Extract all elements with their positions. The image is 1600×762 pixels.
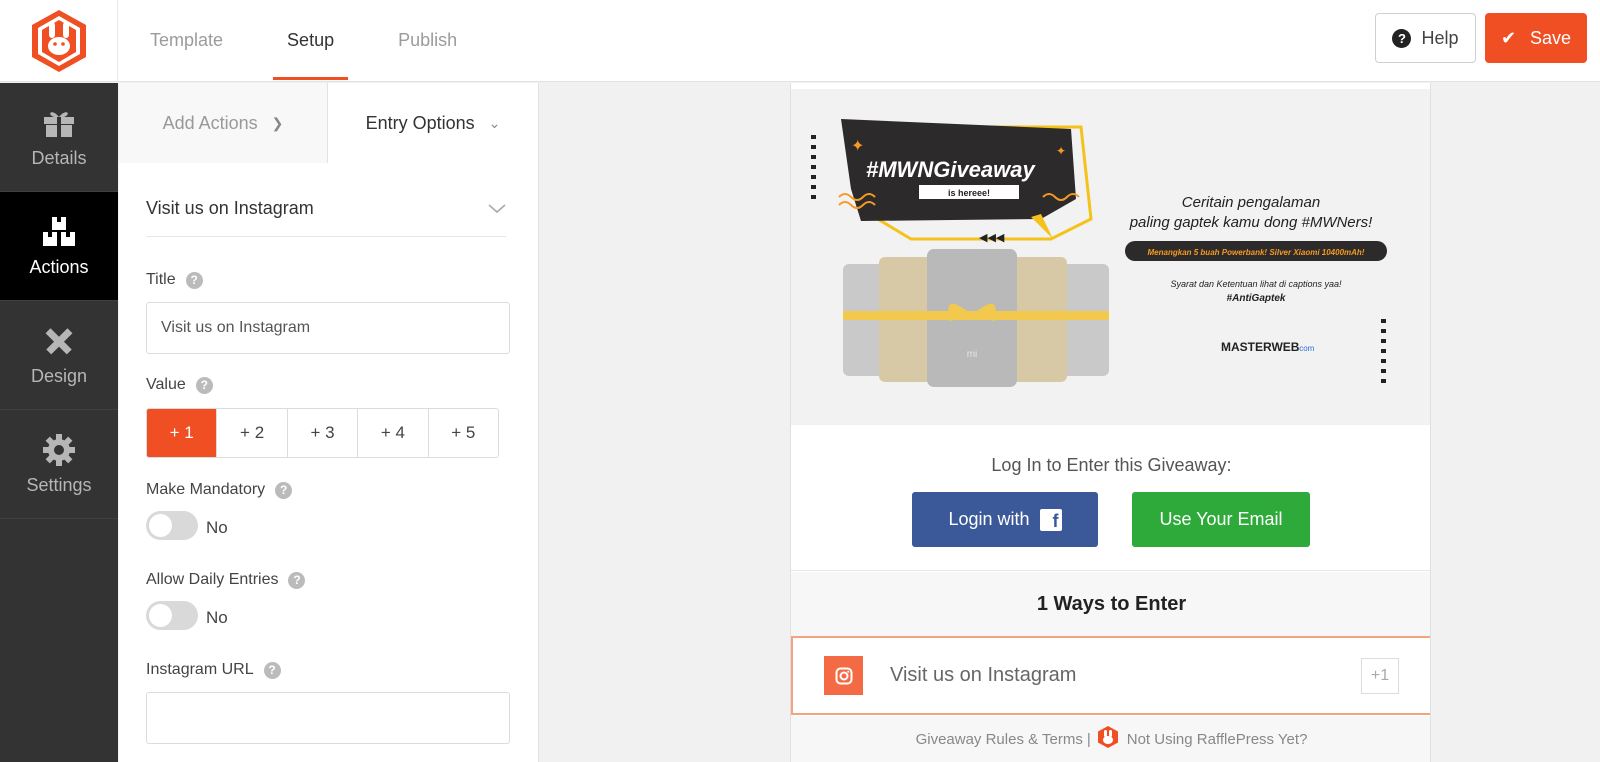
entry-action-label: Visit us on Instagram xyxy=(890,664,1077,686)
login-facebook-label: Login with xyxy=(948,509,1030,529)
daily-entries-toggle-row: No xyxy=(146,601,228,630)
tab-add-actions[interactable]: Add Actions ❯ xyxy=(119,83,328,163)
instagram-url-label: Instagram URL ? xyxy=(146,661,281,679)
chevron-down-icon: ⌄ xyxy=(488,114,501,131)
sidebar-item-design[interactable]: Design xyxy=(0,301,118,410)
value-option-3[interactable]: + 3 xyxy=(287,409,359,457)
mandatory-toggle-row: No xyxy=(146,511,228,540)
top-bar: Template Setup Publish ? Help ✔ Save xyxy=(0,0,1600,82)
svg-text:◀◀◀: ◀◀◀ xyxy=(979,231,1005,244)
banner-headline-2: paling gaptek kamu dong #MWNers! xyxy=(1129,214,1373,231)
tab-add-actions-label: Add Actions xyxy=(162,112,258,133)
giveaway-preview: #MWNGiveaway is hereee! ✦ ✦ ◀◀◀ mi Cerit… xyxy=(790,83,1431,762)
daily-entries-label-text: Allow Daily Entries xyxy=(146,571,279,588)
banner-prize: Menangkan 5 buah Powerbank! Silver Xiaom… xyxy=(1148,248,1365,257)
help-label: Help xyxy=(1421,27,1459,48)
login-facebook-button[interactable]: Login with f xyxy=(912,492,1098,547)
rafflepress-logo[interactable] xyxy=(0,0,118,82)
pencil-ruler-icon xyxy=(42,324,76,358)
section-title: Visit us on Instagram xyxy=(146,198,314,218)
value-label-text: Value xyxy=(146,376,186,393)
banner-hashtag: #MWNGiveaway xyxy=(866,157,1036,182)
mandatory-label-text: Make Mandatory xyxy=(146,481,266,498)
tab-entry-options[interactable]: Entry Options ⌄ xyxy=(328,83,538,163)
sidebar-item-label: Actions xyxy=(29,256,89,277)
mandatory-label: Make Mandatory ? xyxy=(146,481,293,499)
preview-footer: Giveaway Rules & Terms | Not Using Raffl… xyxy=(791,716,1430,762)
instagram-url-input[interactable] xyxy=(146,692,510,744)
gear-icon xyxy=(42,433,76,467)
gift-icon xyxy=(42,106,76,140)
boxes-icon xyxy=(41,215,77,249)
value-option-5[interactable]: + 5 xyxy=(428,409,498,457)
rabbit-logo-icon xyxy=(31,10,86,72)
rafflepress-mini-logo-icon xyxy=(1097,725,1119,753)
help-icon[interactable]: ? xyxy=(263,661,281,679)
entry-action-instagram[interactable]: Visit us on Instagram +1 xyxy=(791,636,1430,715)
banner-tag: #AntiGaptek xyxy=(1227,293,1286,304)
giveaway-rules-link[interactable]: Giveaway Rules & Terms xyxy=(916,731,1083,748)
action-settings-panel: Add Actions ❯ Entry Options ⌄ Visit us o… xyxy=(119,83,539,762)
sidebar-item-label: Details xyxy=(31,147,87,168)
banner-hashtag-sub: is hereee! xyxy=(948,188,990,198)
tab-publish[interactable]: Publish xyxy=(398,0,457,82)
giveaway-banner-image: #MWNGiveaway is hereee! ✦ ✦ ◀◀◀ mi Cerit… xyxy=(791,89,1430,425)
save-button[interactable]: ✔ Save xyxy=(1485,13,1587,63)
footer-separator: | xyxy=(1086,730,1091,748)
facebook-icon: f xyxy=(1039,508,1062,531)
svg-text:✦: ✦ xyxy=(851,136,864,155)
svg-text:✦: ✦ xyxy=(1056,144,1066,158)
sidebar-item-actions[interactable]: Actions xyxy=(0,192,118,301)
use-email-button[interactable]: Use Your Email xyxy=(1132,492,1310,547)
action-section-header[interactable]: Visit us on Instagram xyxy=(146,181,506,237)
login-title: Log In to Enter this Giveaway: xyxy=(991,455,1232,475)
help-button[interactable]: ? Help xyxy=(1375,13,1476,63)
tab-entry-options-label: Entry Options xyxy=(365,112,475,133)
banner-headline-1: Ceritain pengalaman xyxy=(1182,194,1320,211)
instagram-url-label-text: Instagram URL xyxy=(146,661,254,678)
not-using-rafflepress-link[interactable]: Not Using RafflePress Yet? xyxy=(1127,731,1308,748)
tab-setup[interactable]: Setup xyxy=(273,0,349,82)
sidebar-item-details[interactable]: Details xyxy=(0,83,118,192)
daily-entries-toggle[interactable] xyxy=(146,601,198,630)
banner-brand: MASTERWEB xyxy=(1221,340,1300,354)
value-label: Value ? xyxy=(146,376,213,394)
help-icon[interactable]: ? xyxy=(288,571,306,589)
sidebar-item-label: Design xyxy=(30,365,88,386)
save-label: Save xyxy=(1530,27,1572,48)
instagram-icon xyxy=(824,656,863,695)
value-option-1[interactable]: + 1 xyxy=(147,409,218,457)
sidebar-item-settings[interactable]: Settings xyxy=(0,410,118,519)
tab-template[interactable]: Template xyxy=(150,0,223,82)
banner-brand-suffix: .com xyxy=(1297,344,1315,353)
mandatory-toggle[interactable] xyxy=(146,511,198,540)
help-icon[interactable]: ? xyxy=(275,481,293,499)
daily-entries-label: Allow Daily Entries ? xyxy=(146,571,306,589)
panel-subtabs: Add Actions ❯ Entry Options ⌄ xyxy=(119,83,538,163)
title-input[interactable]: Visit us on Instagram xyxy=(146,302,510,354)
left-sidebar: Details Actions Design Settings xyxy=(0,83,118,762)
value-option-2[interactable]: + 2 xyxy=(217,409,288,457)
help-icon[interactable]: ? xyxy=(195,376,213,394)
value-option-4[interactable]: + 4 xyxy=(358,409,429,457)
mandatory-toggle-text: No xyxy=(206,517,228,537)
sidebar-item-label: Settings xyxy=(26,474,92,495)
title-label-text: Title xyxy=(146,271,176,288)
chevron-right-icon: ❯ xyxy=(271,114,284,131)
entry-value-badge: +1 xyxy=(1361,657,1399,694)
daily-entries-toggle-text: No xyxy=(206,607,228,627)
login-area: Log In to Enter this Giveaway: Login wit… xyxy=(791,425,1430,571)
banner-terms: Syarat dan Ketentuan lihat di captions y… xyxy=(1170,279,1342,289)
help-icon[interactable]: ? xyxy=(185,271,203,289)
top-nav-tabs: Template Setup Publish xyxy=(150,0,521,82)
powerbank-mark: mi xyxy=(967,349,978,360)
chevron-down-icon xyxy=(488,203,506,213)
ways-to-enter-title: 1 Ways to Enter xyxy=(791,572,1430,636)
title-label: Title ? xyxy=(146,271,203,289)
question-circle-icon: ? xyxy=(1392,28,1412,48)
checkmark-icon: ✔ xyxy=(1500,27,1517,48)
value-selector: + 1 + 2 + 3 + 4 + 5 xyxy=(146,408,499,458)
